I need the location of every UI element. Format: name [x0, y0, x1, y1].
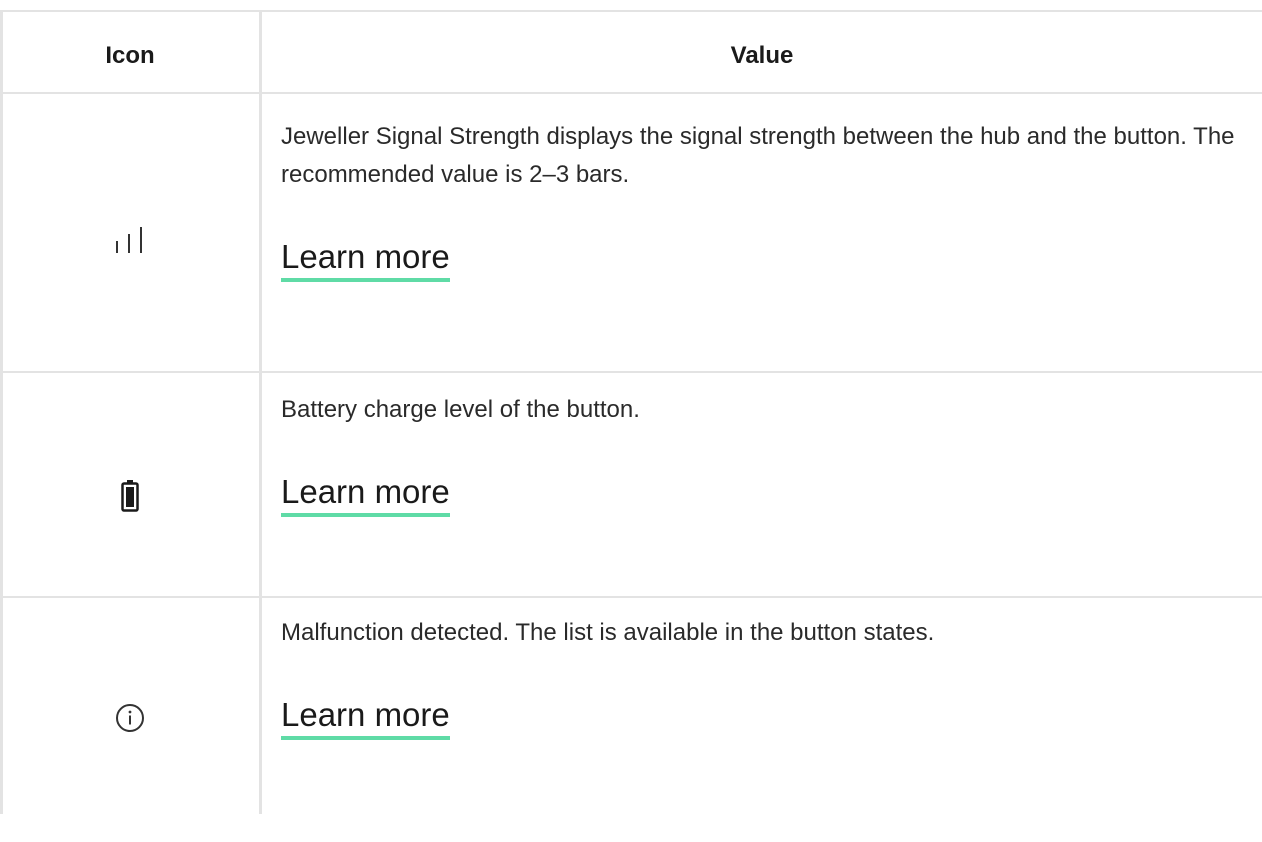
learn-more-link[interactable]: Learn more — [281, 238, 450, 282]
battery-icon — [121, 479, 139, 517]
icon-cell — [0, 94, 260, 390]
info-icon — [115, 703, 145, 738]
row-description: Jeweller Signal Strength displays the si… — [281, 123, 1235, 188]
table-top-border — [0, 10, 1262, 12]
row-description: Battery charge level of the button. — [281, 396, 640, 423]
learn-more-link[interactable]: Learn more — [281, 473, 450, 517]
signal-strength-icon — [113, 226, 147, 258]
table-row: Battery charge level of the button. Lear… — [0, 373, 1262, 596]
icon-value-table: Icon Value Jeweller Signal Strength disp… — [0, 0, 1262, 814]
table-row: Jeweller Signal Strength displays the si… — [0, 94, 1262, 371]
value-cell: Jeweller Signal Strength displays the si… — [281, 118, 1241, 282]
learn-more-link[interactable]: Learn more — [281, 696, 450, 740]
value-cell: Malfunction detected. The list is availa… — [281, 614, 1241, 740]
table-row: Malfunction detected. The list is availa… — [0, 598, 1262, 814]
value-cell: Battery charge level of the button. Lear… — [281, 391, 1241, 517]
column-header-value: Value — [730, 42, 794, 69]
icon-cell — [0, 598, 260, 842]
icon-cell — [0, 373, 260, 623]
row-description: Malfunction detected. The list is availa… — [281, 619, 935, 646]
column-header-icon: Icon — [105, 42, 155, 69]
